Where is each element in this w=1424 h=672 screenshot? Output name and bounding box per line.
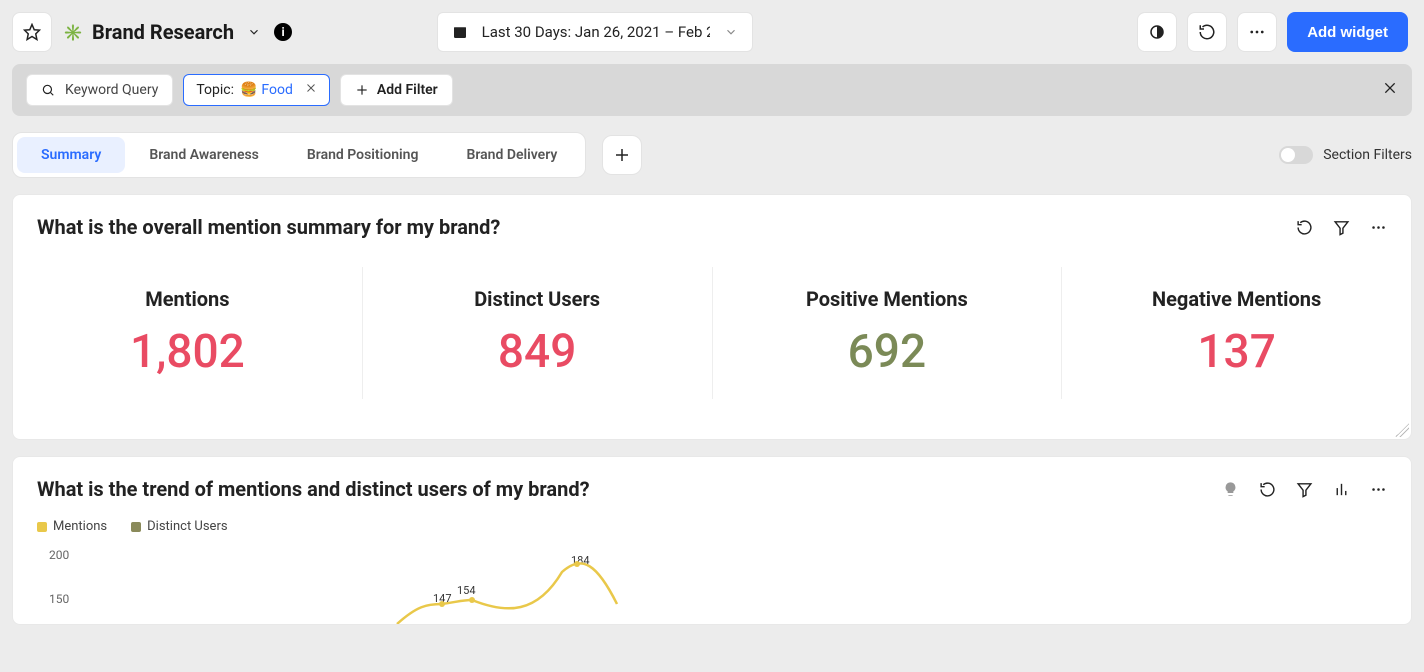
chart-area: Mentions Distinct Users 200 150 147 154 … bbox=[13, 509, 1411, 624]
close-filterbar-button[interactable] bbox=[1382, 80, 1398, 100]
filter-icon bbox=[1333, 219, 1350, 236]
chart-legend: Mentions Distinct Users bbox=[37, 519, 1387, 534]
page-title: Brand Research bbox=[92, 20, 234, 44]
refresh-icon bbox=[1198, 23, 1216, 41]
legend-label: Distinct Users bbox=[147, 519, 227, 534]
stat-positive-mentions: Positive Mentions 692 bbox=[713, 267, 1063, 399]
card-tools bbox=[1296, 219, 1387, 236]
stat-value: 1,802 bbox=[130, 325, 245, 379]
tab-brand-delivery[interactable]: Brand Delivery bbox=[442, 137, 581, 173]
bar-chart-icon bbox=[1333, 481, 1350, 498]
more-button[interactable] bbox=[1237, 12, 1277, 52]
card-refresh-button[interactable] bbox=[1296, 219, 1313, 236]
calendar-icon bbox=[452, 24, 468, 40]
stat-label: Mentions bbox=[145, 287, 229, 311]
topic-remove-button[interactable] bbox=[305, 82, 317, 98]
stat-mentions: Mentions 1,802 bbox=[13, 267, 363, 399]
topic-prefix: Topic: bbox=[196, 82, 234, 98]
plus-icon bbox=[355, 83, 369, 97]
card-more-button[interactable] bbox=[1370, 219, 1387, 236]
card-filter-button[interactable] bbox=[1296, 481, 1313, 498]
favorite-button[interactable] bbox=[12, 12, 52, 52]
tab-group: Summary Brand Awareness Brand Positionin… bbox=[12, 132, 586, 178]
more-horizontal-icon bbox=[1248, 23, 1266, 41]
add-filter-button[interactable]: Add Filter bbox=[340, 74, 453, 106]
resize-handle[interactable] bbox=[1395, 423, 1409, 437]
keyword-query-button[interactable]: Keyword Query bbox=[26, 74, 173, 106]
info-button[interactable]: i bbox=[274, 23, 292, 41]
refresh-icon bbox=[1296, 219, 1313, 236]
card-insight-button[interactable] bbox=[1222, 481, 1239, 498]
topic-filter-chip[interactable]: Topic: 🍔 Food bbox=[183, 74, 330, 106]
add-tab-button[interactable] bbox=[602, 135, 642, 175]
chevron-down-icon bbox=[724, 25, 738, 39]
close-icon bbox=[305, 82, 317, 94]
keyword-query-label: Keyword Query bbox=[65, 82, 158, 98]
dashboard-emoji-icon: ✳️ bbox=[64, 23, 82, 41]
tab-bar: Summary Brand Awareness Brand Positionin… bbox=[0, 116, 1424, 178]
card-header: What is the trend of mentions and distin… bbox=[13, 457, 1411, 509]
legend-swatch-icon bbox=[37, 522, 47, 532]
card-trend-mentions-users: What is the trend of mentions and distin… bbox=[12, 456, 1412, 625]
topic-value: 🍔 Food bbox=[240, 82, 293, 98]
legend-item-distinct-users[interactable]: Distinct Users bbox=[131, 519, 227, 534]
card-title: What is the overall mention summary for … bbox=[37, 215, 1296, 239]
stat-value: 137 bbox=[1197, 325, 1275, 379]
stat-label: Negative Mentions bbox=[1152, 287, 1321, 311]
y-tick-label: 200 bbox=[49, 548, 69, 562]
dashboard-switch-button[interactable] bbox=[244, 22, 264, 42]
topbar: ✳️ Brand Research i Last 30 Days: Jan 26… bbox=[0, 0, 1424, 64]
section-filters-toggle-group: Section Filters bbox=[1279, 146, 1412, 164]
card-tools bbox=[1222, 481, 1387, 498]
filter-icon bbox=[1296, 481, 1313, 498]
filter-bar: Keyword Query Topic: 🍔 Food Add Filter bbox=[12, 64, 1412, 116]
topbar-actions: Add widget bbox=[1137, 12, 1408, 52]
stat-grid: Mentions 1,802 Distinct Users 849 Positi… bbox=[13, 247, 1411, 439]
card-mention-summary: What is the overall mention summary for … bbox=[12, 194, 1412, 440]
contrast-icon bbox=[1148, 23, 1166, 41]
brand-title-group: ✳️ Brand Research i bbox=[64, 20, 292, 44]
more-horizontal-icon bbox=[1370, 481, 1387, 498]
section-filters-toggle[interactable] bbox=[1279, 146, 1313, 164]
date-range-text: Last 30 Days: Jan 26, 2021 – Feb 24, 20 bbox=[482, 23, 710, 41]
refresh-icon bbox=[1259, 481, 1276, 498]
tab-brand-awareness[interactable]: Brand Awareness bbox=[125, 137, 283, 173]
more-horizontal-icon bbox=[1370, 219, 1387, 236]
chart-plot: 200 150 147 154 184 bbox=[37, 544, 1387, 624]
star-icon bbox=[23, 23, 41, 41]
topic-emoji-icon: 🍔 bbox=[240, 82, 257, 98]
lightbulb-icon bbox=[1222, 481, 1239, 498]
section-filters-label: Section Filters bbox=[1323, 147, 1412, 163]
card-chart-type-button[interactable] bbox=[1333, 481, 1350, 498]
legend-label: Mentions bbox=[53, 519, 107, 534]
stat-label: Distinct Users bbox=[474, 287, 600, 311]
stat-value: 849 bbox=[498, 325, 576, 379]
card-header: What is the overall mention summary for … bbox=[13, 195, 1411, 247]
stat-negative-mentions: Negative Mentions 137 bbox=[1062, 267, 1411, 399]
y-tick-label: 150 bbox=[49, 592, 69, 606]
add-widget-button[interactable]: Add widget bbox=[1287, 12, 1408, 52]
chart-line bbox=[107, 544, 807, 624]
card-filter-button[interactable] bbox=[1333, 219, 1350, 236]
legend-swatch-icon bbox=[131, 522, 141, 532]
date-range-picker[interactable]: Last 30 Days: Jan 26, 2021 – Feb 24, 20 bbox=[437, 12, 753, 52]
stat-distinct-users: Distinct Users 849 bbox=[363, 267, 713, 399]
stat-label: Positive Mentions bbox=[806, 287, 968, 311]
card-refresh-button[interactable] bbox=[1259, 481, 1276, 498]
stat-value: 692 bbox=[848, 325, 926, 379]
refresh-button[interactable] bbox=[1187, 12, 1227, 52]
chevron-down-icon bbox=[247, 25, 261, 39]
tab-brand-positioning[interactable]: Brand Positioning bbox=[283, 137, 443, 173]
add-filter-label: Add Filter bbox=[377, 82, 438, 98]
legend-item-mentions[interactable]: Mentions bbox=[37, 519, 107, 534]
tab-summary[interactable]: Summary bbox=[17, 137, 125, 173]
card-title: What is the trend of mentions and distin… bbox=[37, 477, 1222, 501]
search-icon bbox=[41, 83, 55, 97]
close-icon bbox=[1382, 80, 1398, 96]
card-more-button[interactable] bbox=[1370, 481, 1387, 498]
plus-icon bbox=[613, 146, 631, 164]
theme-toggle-button[interactable] bbox=[1137, 12, 1177, 52]
